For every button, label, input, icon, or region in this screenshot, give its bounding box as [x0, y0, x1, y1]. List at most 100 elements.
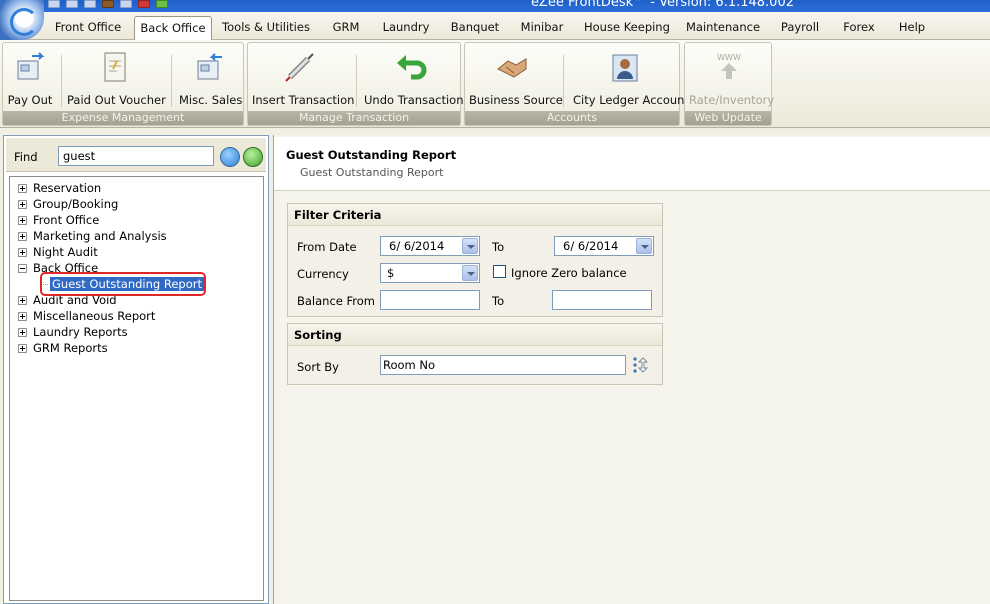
- search-icon[interactable]: [220, 147, 240, 167]
- dropdown-arrow-icon[interactable]: [636, 238, 652, 254]
- group-label-accounts: Accounts: [465, 111, 679, 125]
- balance-to-input[interactable]: [552, 290, 652, 310]
- city-ledger-account-button[interactable]: City Ledger Account: [573, 49, 689, 107]
- tree-node-front-office[interactable]: Front Office: [18, 213, 99, 229]
- group-label-expense-management: Expense Management: [3, 111, 243, 125]
- expand-icon[interactable]: [18, 200, 27, 209]
- tab-maintenance[interactable]: Maintenance: [684, 16, 762, 40]
- currency-label: Currency: [297, 267, 349, 281]
- group-manage-transaction: Insert Transaction Undo Transaction Mana…: [247, 42, 464, 126]
- business-source-button[interactable]: Business Source: [469, 49, 563, 107]
- tree-node-reservation[interactable]: Reservation: [18, 181, 101, 197]
- filter-criteria-heading: Filter Criteria: [288, 204, 662, 226]
- city-ledger-icon: [612, 54, 638, 82]
- pay-out-icon: [17, 52, 45, 80]
- ribbon-separator: [61, 55, 62, 107]
- check-icon[interactable]: [156, 0, 168, 8]
- tree-node-grm-reports[interactable]: GRM Reports: [18, 341, 108, 357]
- ignore-zero-balance-checkbox[interactable]: [493, 265, 506, 278]
- tab-tools-utilities[interactable]: Tools & Utilities: [222, 16, 310, 40]
- undo-arrow-icon: [397, 55, 427, 80]
- ignore-zero-balance-label: Ignore Zero balance: [511, 266, 627, 280]
- tree-node-marketing-analysis[interactable]: Marketing and Analysis: [18, 229, 167, 245]
- expand-icon[interactable]: [18, 232, 27, 241]
- sorting-box: Sorting Sort By Room No: [287, 323, 663, 385]
- from-date-picker[interactable]: 6/ 6/2014: [380, 236, 480, 256]
- expand-icon[interactable]: [18, 296, 27, 305]
- report-title: Guest Outstanding Report: [286, 148, 457, 162]
- menu-tab-bar: Front Office Back Office Tools & Utiliti…: [0, 12, 990, 41]
- sort-order-icon[interactable]: [632, 355, 652, 375]
- collapse-icon[interactable]: [18, 264, 27, 273]
- ribbon: Pay Out Paid Out Voucher Misc. Sales Exp…: [0, 40, 990, 128]
- group-accounts: Business Source City Ledger Account Acco…: [464, 42, 689, 126]
- to-date-picker[interactable]: 6/ 6/2014: [554, 236, 654, 256]
- note-icon[interactable]: [120, 0, 132, 8]
- tab-house-keeping[interactable]: House Keeping: [584, 16, 670, 40]
- dropdown-arrow-icon[interactable]: [462, 265, 478, 281]
- balance-from-input[interactable]: [380, 290, 480, 310]
- tab-back-office[interactable]: Back Office: [134, 16, 212, 41]
- find-label: Find: [14, 150, 38, 164]
- group-web-update: WWW Rate/Inventory Web Update: [684, 42, 774, 126]
- tab-banquet[interactable]: Banquet: [448, 16, 502, 40]
- from-date-label: From Date: [297, 240, 357, 254]
- report-tree: Reservation Group/Booking Front Office M…: [9, 176, 264, 601]
- handshake-icon: [497, 58, 527, 78]
- tree-node-group-booking[interactable]: Group/Booking: [18, 197, 118, 213]
- refresh-icon[interactable]: [243, 147, 263, 167]
- document-icon[interactable]: [66, 0, 78, 8]
- tree-node-miscellaneous-report[interactable]: Miscellaneous Report: [18, 309, 155, 325]
- expand-icon[interactable]: [18, 248, 27, 257]
- tab-grm[interactable]: GRM: [326, 16, 366, 40]
- balance-to-label: To: [492, 294, 505, 308]
- www-label: WWW: [717, 53, 741, 62]
- to-date-label: To: [492, 240, 505, 254]
- door-icon[interactable]: [102, 0, 114, 8]
- sort-by-field[interactable]: Room No: [380, 355, 626, 375]
- tree-node-night-audit[interactable]: Night Audit: [18, 245, 98, 261]
- insert-transaction-button[interactable]: Insert Transaction: [252, 49, 354, 107]
- group-label-web-update: Web Update: [685, 111, 771, 125]
- misc-sales-button[interactable]: Misc. Sales: [179, 49, 242, 107]
- report-header: Guest Outstanding Report Guest Outstandi…: [274, 137, 990, 191]
- expand-icon[interactable]: [18, 344, 27, 353]
- highlight-annotation: [40, 272, 206, 296]
- expand-icon[interactable]: [18, 328, 27, 337]
- tab-front-office[interactable]: Front Office: [50, 16, 126, 40]
- report-icon[interactable]: [138, 0, 150, 8]
- group-label-manage-transaction: Manage Transaction: [248, 111, 460, 125]
- paid-out-voucher-button[interactable]: Paid Out Voucher: [67, 49, 166, 107]
- voucher-icon: [104, 52, 126, 82]
- tab-payroll[interactable]: Payroll: [776, 16, 824, 40]
- expand-icon[interactable]: [18, 312, 27, 321]
- filter-criteria-box: Filter Criteria From Date 6/ 6/2014 To 6…: [287, 203, 663, 317]
- ribbon-separator: [356, 55, 357, 107]
- report-detail-panel: Guest Outstanding Report Guest Outstandi…: [273, 135, 990, 604]
- balance-from-label: Balance From: [297, 294, 376, 308]
- mail-icon[interactable]: [84, 0, 96, 8]
- database-icon[interactable]: [48, 0, 60, 8]
- report-navigator-panel: Find Reservation Group/Booking Front Off…: [3, 135, 269, 604]
- tab-help[interactable]: Help: [894, 16, 930, 40]
- syringe-icon: [285, 53, 314, 82]
- undo-transaction-button[interactable]: Undo Transaction: [364, 49, 464, 107]
- expand-icon[interactable]: [18, 184, 27, 193]
- report-subtitle: Guest Outstanding Report: [300, 166, 444, 179]
- ribbon-separator: [171, 55, 172, 107]
- misc-sales-icon: [197, 53, 222, 80]
- rate-inventory-button[interactable]: WWW Rate/Inventory: [689, 49, 774, 107]
- pay-out-button[interactable]: Pay Out: [5, 49, 55, 107]
- dropdown-arrow-icon[interactable]: [462, 238, 478, 254]
- find-input[interactable]: [58, 146, 214, 166]
- tab-forex[interactable]: Forex: [838, 16, 880, 40]
- sort-by-label: Sort By: [297, 360, 339, 374]
- tree-node-laundry-reports[interactable]: Laundry Reports: [18, 325, 128, 341]
- web-upload-icon: WWW: [717, 53, 741, 79]
- tab-minibar[interactable]: Minibar: [518, 16, 566, 40]
- expand-icon[interactable]: [18, 216, 27, 225]
- find-bar: Find: [6, 138, 266, 172]
- window-title: eZee FrontDesk™ - Version: 6.1.148.002: [530, 0, 794, 10]
- tab-laundry[interactable]: Laundry: [378, 16, 434, 40]
- currency-select[interactable]: $: [380, 263, 480, 283]
